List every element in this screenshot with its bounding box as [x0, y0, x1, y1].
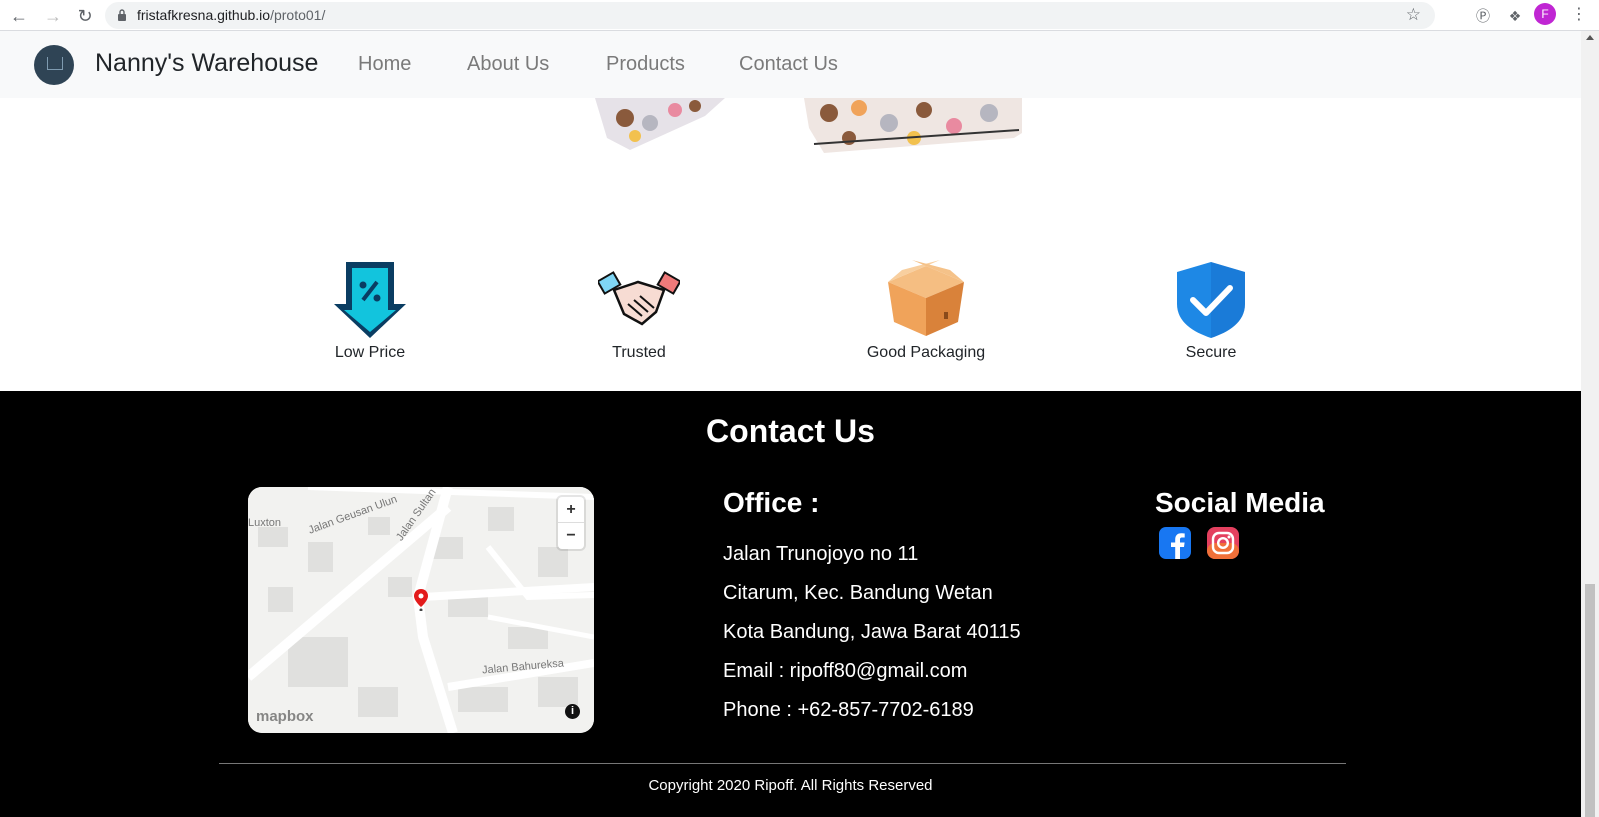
office-phone: Phone : +62-857-7702-6189 — [723, 699, 974, 721]
page-scrollbar[interactable] — [1581, 31, 1599, 817]
product-image-right — [804, 98, 1022, 153]
office-address-line: Kota Bandung, Jawa Barat 40115 — [723, 621, 1021, 643]
feature-good-packaging: Good Packaging — [826, 260, 1026, 362]
map-zoom-controls: + − — [558, 497, 584, 549]
office-email: Email : ripoff80@gmail.com — [723, 660, 968, 682]
scroll-up-icon[interactable] — [1586, 35, 1594, 40]
feature-label: Secure — [1185, 344, 1237, 361]
office-heading: Office : — [723, 487, 820, 518]
discount-arrow-icon — [334, 262, 406, 338]
bookmark-star-icon[interactable]: ☆ — [1406, 5, 1421, 25]
reload-icon[interactable]: ↻ — [74, 5, 96, 27]
browser-toolbar: ← → ↻ fristafkresna.github.io/proto01/ ☆… — [0, 0, 1599, 31]
forward-icon[interactable]: → — [42, 5, 64, 27]
site-navbar: Nanny's Warehouse Home About Us Products… — [0, 31, 1581, 98]
social-icons — [1159, 527, 1325, 559]
map-street-label: Luxton — [248, 517, 282, 529]
feature-low-price: Low Price — [270, 260, 470, 362]
office-address-line: Jalan Trunojoyo no 11 — [723, 543, 919, 565]
footer-title: Contact Us — [706, 413, 875, 449]
handshake-icon — [598, 271, 680, 326]
extension-h-icon[interactable]: Ⓟ — [1472, 5, 1494, 27]
mapbox-logo[interactable]: mapbox — [256, 708, 314, 725]
feature-secure: Secure — [1111, 260, 1311, 362]
map-info-icon[interactable]: i — [565, 704, 580, 719]
feature-label: Low Price — [334, 344, 406, 361]
box-icon — [888, 260, 964, 336]
product-image-left — [595, 98, 725, 150]
feature-label: Good Packaging — [866, 344, 986, 361]
extensions-puzzle-icon[interactable]: ❖ — [1504, 5, 1526, 27]
shield-check-icon — [1177, 262, 1245, 338]
site-logo[interactable] — [34, 45, 74, 85]
zoom-in-button[interactable]: + — [558, 497, 584, 523]
copyright-text: Copyright 2020 Ripoff. All Rights Reserv… — [648, 777, 933, 794]
social-heading: Social Media — [1155, 487, 1325, 518]
footer-divider — [219, 763, 1346, 764]
address-bar[interactable]: fristafkresna.github.io/proto01/ ☆ — [105, 2, 1435, 29]
zoom-out-button[interactable]: − — [558, 523, 584, 549]
scrollbar-thumb[interactable] — [1585, 584, 1595, 817]
location-map[interactable]: Jalan Geusan Ulun Jalan Sultan Luxton Ja… — [248, 487, 594, 733]
browser-menu-icon[interactable]: ⋮ — [1571, 4, 1587, 24]
nav-about-us[interactable]: About Us — [467, 53, 549, 76]
office-address-line: Citarum, Kec. Bandung Wetan — [723, 582, 993, 604]
back-icon[interactable]: ← — [8, 5, 30, 27]
map-pin-icon[interactable] — [414, 589, 428, 611]
brand-name[interactable]: Nanny's Warehouse — [95, 49, 318, 78]
facebook-icon[interactable] — [1159, 527, 1191, 559]
page-viewport: Nanny's Warehouse Home About Us Products… — [0, 31, 1581, 817]
nav-products[interactable]: Products — [606, 53, 685, 76]
nav-contact-us[interactable]: Contact Us — [739, 53, 838, 76]
social-media: Social Media — [1155, 487, 1325, 559]
lock-icon — [118, 9, 126, 21]
profile-avatar[interactable]: F — [1534, 3, 1556, 25]
url-text: fristafkresna.github.io/proto01/ — [137, 7, 326, 23]
feature-label: Trusted — [612, 344, 666, 361]
nav-home[interactable]: Home — [358, 53, 411, 76]
feature-trusted: Trusted — [539, 260, 739, 362]
contact-footer: Contact Us Jalan Geusan Ulun Jalan Sulta… — [0, 391, 1581, 817]
office-info: Office : Jalan Trunojoyo no 11 Citarum, … — [723, 487, 1021, 730]
instagram-icon[interactable] — [1207, 527, 1239, 559]
